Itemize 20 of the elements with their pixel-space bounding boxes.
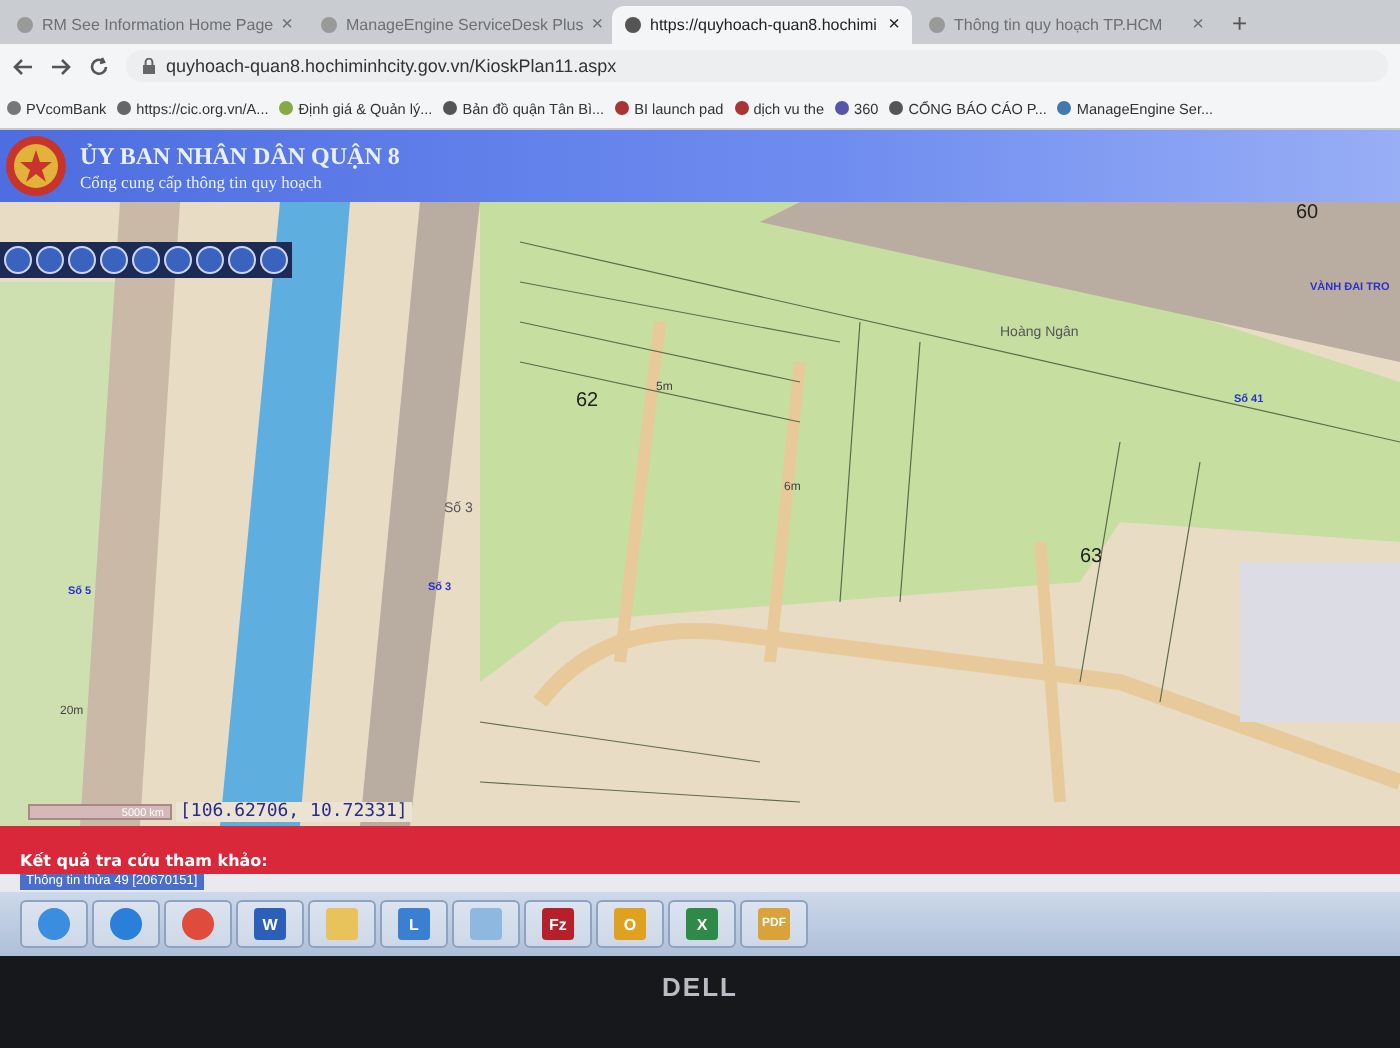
parcel-number: 62 <box>576 390 599 412</box>
tab-title: RM See Information Home Page <box>42 16 274 34</box>
parcel-number: 63 <box>1080 546 1103 568</box>
tab-title: ManageEngine ServiceDesk Plus <box>346 16 584 34</box>
site-subtitle: Cổng cung cấp thông tin quy hoạch <box>80 171 324 191</box>
tab-title: https://quyhoach-quan8.hochimi <box>650 16 879 34</box>
new-tab-button[interactable]: + <box>1220 7 1260 37</box>
taskbar-app[interactable]: Fz <box>524 900 592 948</box>
taskbar-app[interactable]: X <box>668 900 736 948</box>
taskbar-app[interactable]: L <box>380 900 448 948</box>
coordinates: [106.62706, 10.72331] <box>176 802 412 822</box>
browser-tab[interactable]: https://quyhoach-quan8.hochimi × <box>612 6 912 44</box>
monitor-logo: DELL <box>662 972 738 1004</box>
site-title: ỦY BAN NHÂN DÂN QUẬN 8 <box>80 141 400 171</box>
close-icon[interactable]: × <box>888 14 900 36</box>
parcel-number: 60 <box>1296 202 1319 224</box>
tab-title: Thông tin quy hoạch TP.HCM <box>954 16 1165 34</box>
results-title: Kết quả tra cứu tham khảo: <box>20 852 268 870</box>
address-bar[interactable]: quyhoach-quan8.hochiminhcity.gov.vn/KioskPlan11.aspx <box>126 50 1388 82</box>
taskbar-app[interactable]: W <box>236 900 304 948</box>
